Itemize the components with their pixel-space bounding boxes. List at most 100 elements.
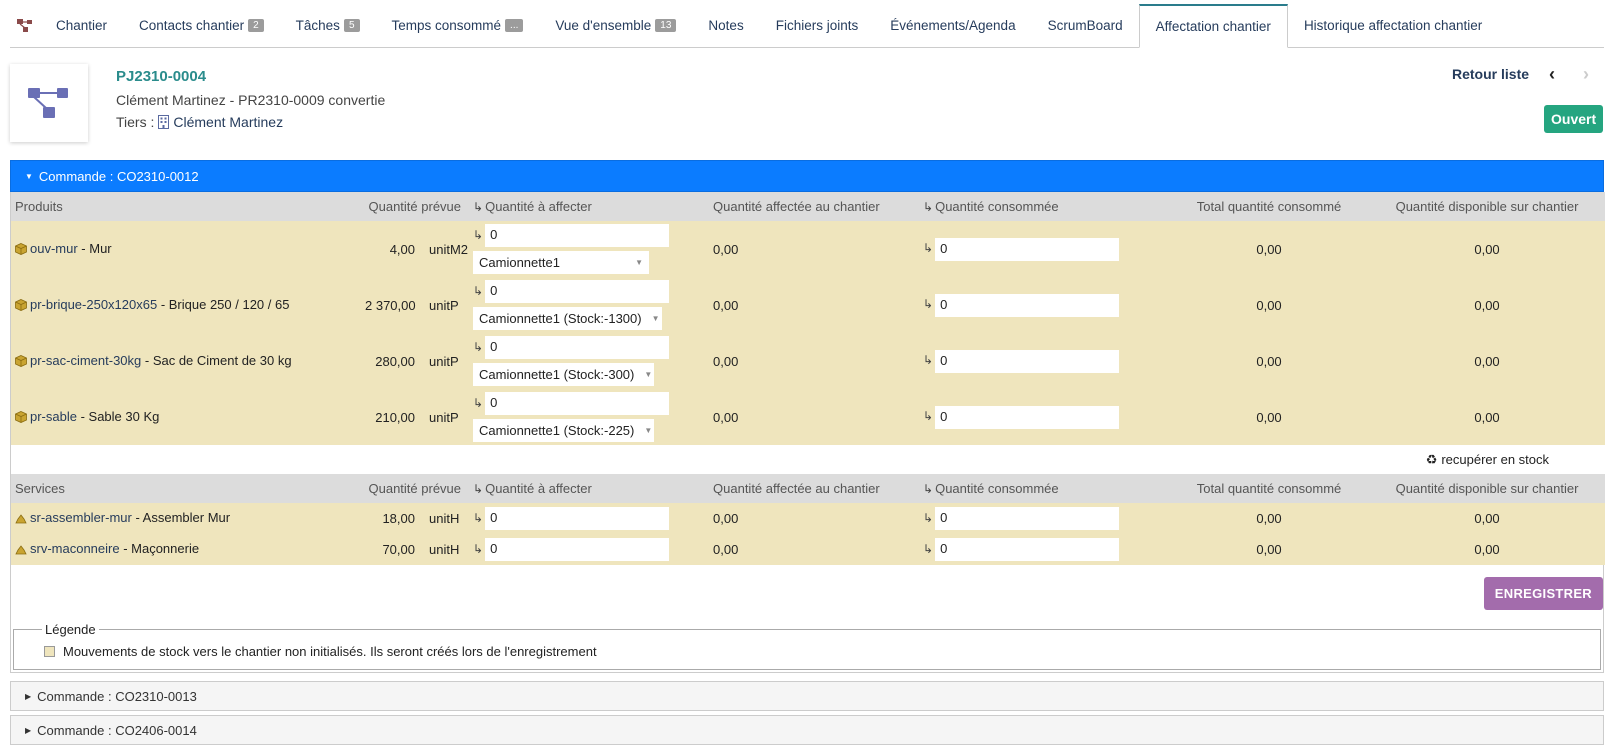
previous-arrow-icon[interactable]: ‹: [1549, 64, 1555, 85]
indent-arrow-icon: ↳: [473, 395, 484, 410]
project-icon[interactable]: [10, 4, 40, 47]
project-subtitle: Clément Martinez - PR2310-0009 convertie: [116, 92, 386, 108]
indent-arrow-icon: ↳: [923, 353, 934, 368]
indent-arrow-icon: ↳: [923, 297, 934, 312]
warehouse-select[interactable]: Camionnette1 ▼: [473, 251, 650, 274]
tab-chantier[interactable]: Chantier: [40, 4, 123, 47]
order-panel-collapsed[interactable]: ▶ Commande : CO2310-0013: [10, 681, 1604, 711]
tab-taches[interactable]: Tâches 5: [280, 4, 376, 47]
services-header-row: Services Quantité prévue ↳ Quantité à aff…: [11, 474, 1606, 503]
tab-notes[interactable]: Notes: [692, 4, 759, 47]
quantity-to-assign-input[interactable]: 0: [485, 392, 670, 415]
status-badge: Ouvert: [1544, 105, 1604, 133]
table-row: ouv-mur - Mur 4,00 unitM2 ↳ 0 Camionnette1…: [11, 221, 1606, 277]
quantity-to-assign-input[interactable]: 0: [485, 224, 670, 247]
legend-title: Légende: [42, 622, 99, 637]
tab-historique-affectation[interactable]: Historique affectation chantier: [1288, 4, 1498, 47]
consumed-quantity-input[interactable]: 0: [935, 349, 1120, 373]
product-box-icon: [15, 298, 27, 314]
indent-arrow-icon: ↳: [923, 409, 934, 424]
table-row: srv-maconneire - Maçonnerie 70,00 unitH …: [11, 534, 1606, 565]
product-ref-link[interactable]: pr-brique-250x120x65: [30, 297, 157, 312]
dropdown-caret-icon: ▼: [644, 370, 653, 379]
table-row: sr-assembler-mur - Assembler Mur 18,00 u…: [11, 503, 1606, 534]
caret-right-icon: ▶: [25, 725, 32, 735]
tab-affectation-chantier[interactable]: Affectation chantier: [1138, 4, 1288, 48]
order-title: Commande : CO2310-0012: [38, 168, 199, 184]
save-button[interactable]: ENREGISTRER: [1483, 577, 1603, 610]
quantity-to-assign-input[interactable]: 0: [485, 336, 670, 359]
quantity-to-assign-input[interactable]: 0: [485, 507, 670, 530]
recup-stock-row: ♻ recupérer en stock: [11, 445, 1606, 474]
order-panel-header[interactable]: ▼ Commande : CO2310-0012: [10, 160, 1604, 192]
indent-arrow-icon: ↳: [473, 339, 484, 354]
dropdown-caret-icon: ▼: [635, 258, 644, 267]
caret-down-icon: ▼: [25, 171, 33, 181]
tab-vue-ensemble[interactable]: Vue d'ensemble 13: [539, 4, 692, 47]
back-to-list-link[interactable]: Retour liste: [1452, 66, 1529, 82]
tiers-line: Tiers : Clément Martinez: [116, 114, 283, 130]
project-ref: PJ2310-0004: [116, 68, 207, 85]
consumed-quantity-input[interactable]: 0: [935, 405, 1120, 429]
warehouse-select[interactable]: Camionnette1 (Stock:-300) ▼: [473, 363, 655, 386]
project-icon: [28, 88, 68, 118]
tiers-label: Tiers :: [116, 114, 155, 130]
quantity-to-assign-input[interactable]: 0: [485, 280, 670, 303]
indent-arrow-icon: ↳: [923, 241, 934, 256]
consumed-quantity-input[interactable]: 0: [935, 538, 1120, 561]
tab-evenements-agenda[interactable]: Événements/Agenda: [874, 4, 1031, 47]
consumed-quantity-input[interactable]: 0: [935, 293, 1120, 317]
indent-arrow-icon: ↳: [473, 482, 484, 496]
service-icon: [15, 512, 27, 527]
count-badge: ...: [505, 19, 524, 32]
tab-temps-consomme[interactable]: Temps consommé...: [376, 4, 540, 47]
product-ref-link[interactable]: pr-sac-ciment-30kg: [30, 353, 141, 368]
count-badge: 5: [343, 19, 360, 32]
assignment-table: Produits Quantité prévue ↳ Quantité à aff…: [11, 192, 1606, 565]
table-row: pr-sable - Sable 30 Kg 210,00 unitP ↳ 0 Ca…: [11, 389, 1606, 445]
products-header-row: Produits Quantité prévue ↳ Quantité à aff…: [11, 192, 1606, 221]
legend: Légende Mouvements de stock vers le chan…: [13, 622, 1601, 670]
consumed-quantity-input[interactable]: 0: [935, 507, 1120, 530]
building-icon: [158, 115, 170, 129]
project-logo: [10, 64, 88, 142]
count-badge: 2: [248, 19, 264, 32]
product-ref-link[interactable]: ouv-mur: [30, 241, 78, 256]
next-arrow-icon[interactable]: ›: [1583, 64, 1589, 85]
tiers-link[interactable]: Clément Martinez: [173, 114, 283, 130]
indent-arrow-icon: ↳: [473, 541, 484, 556]
indent-arrow-icon: ↳: [923, 482, 934, 496]
tab-bar: Chantier Contacts chantier 2 Tâches 5 Temp…: [10, 4, 1604, 48]
product-box-icon: [15, 354, 27, 370]
table-row: pr-sac-ciment-30kg - Sac de Ciment de 30…: [11, 333, 1606, 389]
dropdown-caret-icon: ▼: [644, 426, 653, 435]
order-panel: ▼ Commande : CO2310-0012 Produits Quanti…: [10, 160, 1606, 673]
table-row: pr-brique-250x120x65 - Brique 250 / 120 …: [11, 277, 1606, 333]
product-box-icon: [15, 410, 27, 426]
consumed-quantity-input[interactable]: 0: [935, 237, 1120, 261]
service-icon: [15, 543, 27, 558]
legend-swatch: [44, 646, 55, 657]
indent-arrow-icon: ↳: [923, 541, 934, 556]
warehouse-select[interactable]: Camionnette1 (Stock:-1300) ▼: [473, 307, 663, 330]
caret-right-icon: ▶: [25, 691, 32, 701]
dropdown-caret-icon: ▼: [651, 314, 660, 323]
tab-fichiers-joints[interactable]: Fichiers joints: [760, 4, 875, 47]
quantity-to-assign-input[interactable]: 0: [485, 538, 670, 561]
warehouse-select[interactable]: Camionnette1 (Stock:-225) ▼: [473, 419, 655, 442]
indent-arrow-icon: ↳: [473, 227, 484, 242]
tab-contacts-chantier[interactable]: Contacts chantier 2: [123, 4, 280, 47]
service-ref-link[interactable]: srv-maconneire: [30, 541, 120, 556]
service-ref-link[interactable]: sr-assembler-mur: [30, 510, 132, 525]
indent-arrow-icon: ↳: [473, 200, 484, 214]
legend-text: Mouvements de stock vers le chantier non…: [63, 644, 597, 659]
product-box-icon: [15, 242, 27, 258]
order-panel-collapsed[interactable]: ▶ Commande : CO2406-0014: [10, 715, 1604, 745]
product-ref-link[interactable]: pr-sable: [30, 409, 77, 424]
indent-arrow-icon: ↳: [923, 200, 934, 214]
recup-stock-link[interactable]: ♻ recupérer en stock: [1426, 452, 1549, 468]
indent-arrow-icon: ↳: [923, 510, 934, 525]
indent-arrow-icon: ↳: [473, 510, 484, 525]
tab-scrumboard[interactable]: ScrumBoard: [1032, 4, 1139, 47]
count-badge: 13: [655, 19, 677, 32]
